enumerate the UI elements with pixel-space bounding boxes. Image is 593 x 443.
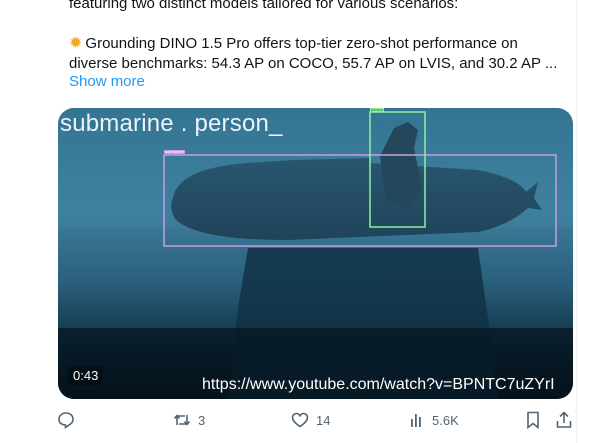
video-duration: 0:43 [68, 366, 104, 385]
like-button[interactable]: 14 [290, 410, 330, 430]
bookmark-button[interactable] [524, 410, 542, 430]
video-caption: submarine . person_ [60, 110, 283, 137]
video-frame [58, 108, 573, 399]
reply-icon [58, 412, 74, 430]
views-icon [411, 414, 421, 427]
video-url-overlay: https://www.youtube.com/watch?v=BPNTC7uZ… [202, 376, 555, 393]
heart-icon [291, 412, 309, 428]
video-player[interactable]: submarine person submarine . person_ 0:4… [58, 108, 573, 399]
tweet-line-2: ✹ Grounding DINO 1.5 Pro offers top-tier … [69, 34, 569, 54]
share-icon [556, 411, 572, 428]
views-count: 5.6K [432, 412, 459, 428]
reply-button[interactable] [56, 410, 76, 430]
person-box-label: person [370, 108, 385, 112]
share-button[interactable] [554, 410, 574, 430]
repost-icon [173, 414, 191, 426]
bookmark-icon [527, 411, 539, 430]
sun-icon: ✹ [69, 35, 83, 52]
like-count: 14 [316, 412, 331, 428]
submarine-box-label: submarine [164, 149, 185, 154]
tweet-line-3: diverse benchmarks: 54.3 AP on COCO, 55.… [69, 55, 558, 72]
tweet-line-1: featuring two distinct models tailored f… [69, 0, 459, 12]
tweet-actions: 3 14 5.6K [56, 410, 576, 434]
repost-button[interactable]: 3 [172, 410, 205, 430]
tweet-text: featuring two distinct models tailored f… [69, 0, 569, 74]
repost-count: 3 [198, 412, 206, 428]
views-button[interactable]: 5.6K [408, 410, 459, 430]
show-more-link[interactable]: Show more [69, 73, 145, 90]
tweet-line-2-text: Grounding DINO 1.5 Pro offers top-tier z… [85, 35, 518, 52]
